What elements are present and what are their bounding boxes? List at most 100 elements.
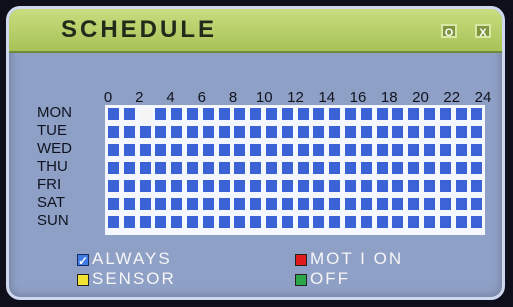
schedule-cell[interactable] <box>170 161 184 175</box>
schedule-cell[interactable] <box>312 197 326 211</box>
schedule-cell[interactable] <box>391 179 405 193</box>
schedule-cell[interactable] <box>280 161 294 175</box>
schedule-cell[interactable] <box>375 161 389 175</box>
schedule-cell[interactable] <box>296 143 310 157</box>
schedule-cell[interactable] <box>249 161 263 175</box>
schedule-cell[interactable] <box>470 125 484 139</box>
schedule-cell[interactable] <box>154 179 168 193</box>
schedule-cell[interactable] <box>470 197 484 211</box>
schedule-cell[interactable] <box>217 107 231 121</box>
schedule-cell[interactable] <box>344 197 357 211</box>
schedule-cell[interactable] <box>407 107 421 121</box>
schedule-cell[interactable] <box>438 107 452 121</box>
schedule-cell[interactable] <box>170 179 184 193</box>
schedule-cell[interactable] <box>233 179 247 193</box>
schedule-cell[interactable] <box>328 179 342 193</box>
schedule-cell[interactable] <box>423 161 436 175</box>
schedule-cell[interactable] <box>233 161 247 175</box>
schedule-cell[interactable] <box>344 161 357 175</box>
schedule-cell[interactable] <box>233 125 247 139</box>
schedule-cell[interactable] <box>454 215 468 229</box>
schedule-cell[interactable] <box>454 125 468 139</box>
schedule-cell[interactable] <box>391 197 405 211</box>
schedule-cell[interactable] <box>375 107 389 121</box>
schedule-cell[interactable] <box>122 161 136 175</box>
schedule-cell[interactable] <box>312 125 326 139</box>
schedule-cell[interactable] <box>470 215 484 229</box>
schedule-cell[interactable] <box>312 179 326 193</box>
schedule-cell[interactable] <box>280 107 294 121</box>
schedule-cell[interactable] <box>265 179 278 193</box>
schedule-cell[interactable] <box>265 143 278 157</box>
schedule-cell[interactable] <box>280 215 294 229</box>
schedule-cell[interactable] <box>122 179 136 193</box>
schedule-cell[interactable] <box>280 179 294 193</box>
schedule-cell[interactable] <box>170 143 184 157</box>
schedule-cell[interactable] <box>280 197 294 211</box>
schedule-cell[interactable] <box>233 107 247 121</box>
schedule-cell[interactable] <box>280 125 294 139</box>
schedule-cell[interactable] <box>107 107 120 121</box>
schedule-cell[interactable] <box>201 161 215 175</box>
schedule-cell[interactable] <box>296 179 310 193</box>
always-checkbox[interactable]: ✓ <box>77 254 89 267</box>
schedule-cell[interactable] <box>154 215 168 229</box>
schedule-cell[interactable] <box>344 125 357 139</box>
schedule-cell[interactable] <box>407 143 421 157</box>
schedule-cell[interactable] <box>201 179 215 193</box>
schedule-cell[interactable] <box>407 125 421 139</box>
schedule-cell[interactable] <box>296 215 310 229</box>
schedule-cell[interactable] <box>249 215 263 229</box>
schedule-cell[interactable] <box>359 215 373 229</box>
schedule-cell[interactable] <box>454 107 468 121</box>
schedule-cell[interactable] <box>391 161 405 175</box>
schedule-cell[interactable] <box>217 125 231 139</box>
schedule-cell[interactable] <box>107 161 120 175</box>
schedule-cell[interactable] <box>359 161 373 175</box>
schedule-cell[interactable] <box>186 179 199 193</box>
schedule-cell[interactable] <box>296 125 310 139</box>
schedule-cell[interactable] <box>312 143 326 157</box>
schedule-cell[interactable] <box>375 179 389 193</box>
schedule-cell[interactable] <box>344 179 357 193</box>
schedule-cell[interactable] <box>186 161 199 175</box>
schedule-cell[interactable] <box>154 107 168 121</box>
schedule-cell[interactable] <box>122 143 136 157</box>
schedule-cell[interactable] <box>217 179 231 193</box>
schedule-cell[interactable] <box>122 107 136 121</box>
schedule-cell[interactable] <box>201 125 215 139</box>
schedule-cell[interactable] <box>201 107 215 121</box>
schedule-cell[interactable] <box>359 125 373 139</box>
schedule-cell[interactable] <box>186 107 199 121</box>
schedule-cell[interactable] <box>359 107 373 121</box>
schedule-cell[interactable] <box>375 143 389 157</box>
schedule-cell[interactable] <box>407 197 421 211</box>
schedule-cell[interactable] <box>470 107 484 121</box>
schedule-cell[interactable] <box>233 197 247 211</box>
schedule-cell[interactable] <box>280 143 294 157</box>
schedule-cell[interactable] <box>249 107 263 121</box>
schedule-cell[interactable] <box>217 143 231 157</box>
schedule-cell[interactable] <box>407 179 421 193</box>
schedule-cell[interactable] <box>107 179 120 193</box>
schedule-cell[interactable] <box>201 215 215 229</box>
schedule-cell[interactable] <box>154 161 168 175</box>
schedule-cell[interactable] <box>265 161 278 175</box>
schedule-cell[interactable] <box>328 161 342 175</box>
schedule-cell[interactable] <box>359 143 373 157</box>
schedule-cell[interactable] <box>107 215 120 229</box>
schedule-cell[interactable] <box>170 215 184 229</box>
schedule-cell[interactable] <box>107 125 120 139</box>
schedule-cell[interactable] <box>344 143 357 157</box>
schedule-cell[interactable] <box>312 215 326 229</box>
schedule-cell[interactable] <box>312 161 326 175</box>
schedule-cell[interactable] <box>107 143 120 157</box>
schedule-cell[interactable] <box>233 143 247 157</box>
schedule-cell[interactable] <box>201 143 215 157</box>
schedule-cell[interactable] <box>154 143 168 157</box>
schedule-cell[interactable] <box>438 179 452 193</box>
schedule-cell[interactable] <box>391 143 405 157</box>
schedule-cell[interactable] <box>438 161 452 175</box>
schedule-cell[interactable] <box>328 143 342 157</box>
schedule-cell[interactable] <box>296 161 310 175</box>
